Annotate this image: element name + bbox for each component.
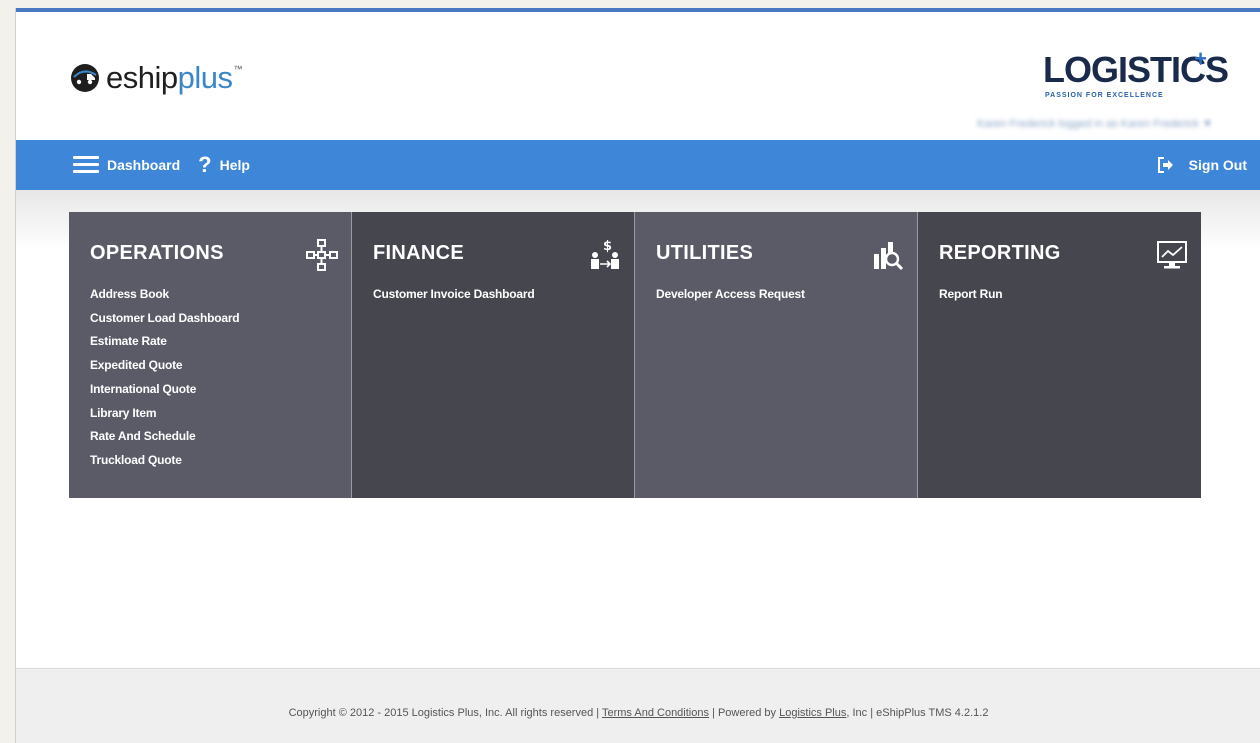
dashboard-label: Dashboard [107, 157, 181, 173]
finance-icon: $ [591, 239, 619, 269]
partner-tagline: PASSION FOR EXCELLENCE [1045, 92, 1164, 99]
dashboard-button[interactable]: Dashboard [16, 156, 180, 174]
logged-in-user[interactable]: Karen Frederick logged in as Karen Frede… [977, 118, 1213, 130]
finance-links: Customer Invoice Dashboard [373, 283, 535, 307]
link-customer-invoice-dashboard[interactable]: Customer Invoice Dashboard [373, 283, 535, 307]
link-expedited-quote[interactable]: Expedited Quote [90, 354, 239, 378]
logistics-plus-link[interactable]: Logistics Plus [779, 707, 846, 719]
eshipplus-logo[interactable]: eshipplus™ [70, 58, 242, 98]
tile-title: OPERATIONS [90, 242, 224, 264]
app-window: eshipplus™ LOGISTICS + PASSION FOR EXCEL… [15, 8, 1260, 743]
sign-out-button[interactable]: Sign Out [1157, 140, 1247, 190]
help-label: Help [219, 157, 250, 173]
link-international-quote[interactable]: International Quote [90, 378, 239, 402]
powered-by-text: | Powered by [708, 707, 780, 719]
tile-title: REPORTING [939, 242, 1061, 264]
tile-title: FINANCE [373, 242, 464, 264]
terms-link[interactable]: Terms And Conditions [602, 707, 709, 719]
utilities-icon [874, 242, 904, 271]
link-rate-and-schedule[interactable]: Rate And Schedule [90, 425, 239, 449]
tile-finance: FINANCE $ Customer Invoice Dashboard [352, 212, 635, 498]
copyright-text: Copyright © 2012 - 2015 Logistics Plus, … [288, 707, 602, 719]
help-button[interactable]: ? Help [180, 154, 250, 176]
monitor-chart-icon [1157, 241, 1187, 269]
sitemap-icon [306, 239, 338, 271]
utilities-links: Developer Access Request [656, 283, 805, 307]
dashboard-tiles: OPERATIONS Address Book Customer Load Da… [69, 212, 1201, 498]
hamburger-menu-icon [73, 156, 99, 174]
reporting-links: Report Run [939, 283, 1003, 307]
link-developer-access-request[interactable]: Developer Access Request [656, 283, 805, 307]
tile-reporting: REPORTING Report Run [918, 212, 1201, 498]
link-customer-load-dashboard[interactable]: Customer Load Dashboard [90, 307, 240, 331]
top-accent-line [16, 8, 1260, 12]
version-text: , Inc | eShipPlus TMS 4.2.1.2 [846, 707, 989, 719]
sign-out-icon [1157, 157, 1173, 173]
footer-text: Copyright © 2012 - 2015 Logistics Plus, … [16, 707, 1260, 719]
tile-operations: OPERATIONS Address Book Customer Load Da… [69, 212, 352, 498]
sign-out-label: Sign Out [1188, 157, 1247, 173]
link-estimate-rate[interactable]: Estimate Rate [90, 330, 239, 354]
link-library-item[interactable]: Library Item [90, 402, 239, 426]
footer: Copyright © 2012 - 2015 Logistics Plus, … [16, 668, 1260, 743]
question-mark-icon: ? [198, 152, 212, 177]
partner-logo-plus: + [1194, 46, 1207, 71]
link-address-book[interactable]: Address Book [90, 283, 239, 307]
operations-links: Address Book Customer Load Dashboard Est… [90, 283, 240, 473]
dashboard-content: OPERATIONS Address Book Customer Load Da… [16, 190, 1260, 668]
truck-logo-icon [71, 64, 99, 92]
brand-name: eshipplus™ [106, 60, 242, 95]
link-truckload-quote[interactable]: Truckload Quote [90, 449, 239, 473]
link-report-run[interactable]: Report Run [939, 283, 1003, 307]
logistics-plus-logo: LOGISTICS + PASSION FOR EXCELLENCE [1043, 46, 1229, 106]
tile-utilities: UTILITIES Developer Access Request [635, 212, 918, 498]
svg-text:$: $ [603, 239, 612, 254]
tile-title: UTILITIES [656, 242, 754, 264]
main-navbar: Dashboard ? Help Sign Out [16, 140, 1260, 190]
